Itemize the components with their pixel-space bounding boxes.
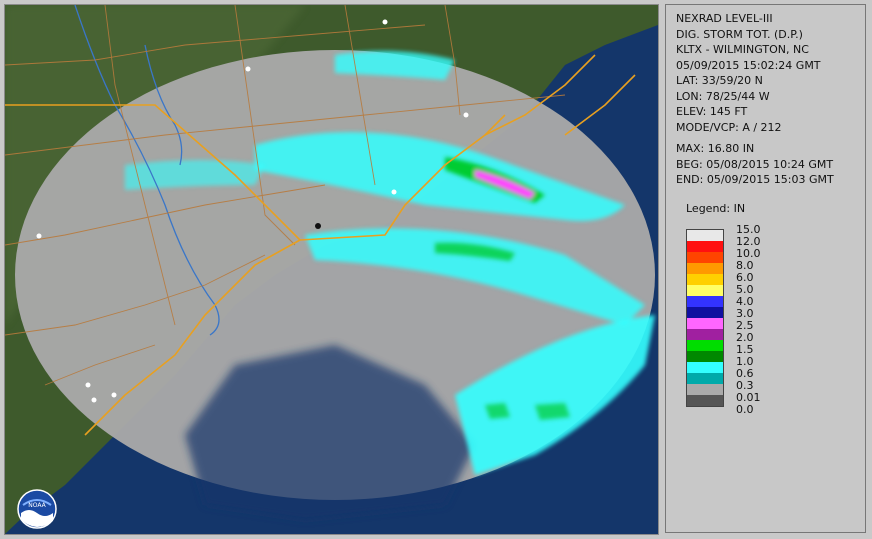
legend-swatch (687, 274, 723, 285)
legend-swatch (687, 384, 723, 395)
legend-swatch (687, 373, 723, 384)
window: NOAA NEXRAD LEVEL-III DIG. STORM TOT. (D… (0, 0, 872, 539)
max-value: MAX: 16.80 IN (676, 142, 755, 155)
legend-swatch (687, 329, 723, 340)
end-time: END: 05/09/2015 15:03 GMT (676, 173, 834, 186)
radar-site-marker (315, 223, 321, 229)
info-panel: NEXRAD LEVEL-III DIG. STORM TOT. (D.P.) … (665, 4, 866, 533)
legend-swatch (687, 307, 723, 318)
legend-swatch (687, 285, 723, 296)
legend-swatch (687, 351, 723, 362)
legend-swatch (687, 395, 723, 406)
metadata-text: NEXRAD LEVEL-III DIG. STORM TOT. (D.P.) … (676, 11, 834, 188)
legend-swatch (687, 340, 723, 351)
longitude: LON: 78/25/44 W (676, 89, 770, 103)
legend-color-bar (686, 229, 724, 407)
legend-swatch (687, 230, 723, 241)
product-name: NEXRAD LEVEL-III (676, 12, 773, 25)
legend-labels: 15.0 12.0 10.0 8.0 6.0 5.0 4.0 3.0 2.5 2.0 1.5 1.0 0… (736, 224, 761, 416)
mode-vcp: MODE/VCP: A / 212 (676, 120, 782, 134)
elevation: ELEV: 145 FT (676, 105, 748, 118)
legend-swatch (687, 263, 723, 274)
legend-swatch (687, 318, 723, 329)
legend-label: 0.0 (736, 403, 754, 416)
station-name: KLTX - WILMINGTON, NC (676, 43, 809, 56)
product-type: DIG. STORM TOT. (D.P.) (676, 27, 803, 41)
noaa-logo-text: NOAA (28, 502, 46, 509)
radar-map-svg (5, 5, 658, 534)
legend-swatch (687, 241, 723, 252)
noaa-logo: NOAA (17, 489, 57, 529)
legend-swatch (687, 296, 723, 307)
latitude: LAT: 33/59/20 N (676, 74, 763, 87)
scan-time: 05/09/2015 15:02:24 GMT (676, 58, 821, 72)
begin-time: BEG: 05/08/2015 10:24 GMT (676, 157, 834, 171)
legend-swatch (687, 362, 723, 373)
legend-title: Legend: IN (686, 202, 746, 215)
legend-swatch (687, 252, 723, 263)
radar-map[interactable]: NOAA (4, 4, 659, 535)
